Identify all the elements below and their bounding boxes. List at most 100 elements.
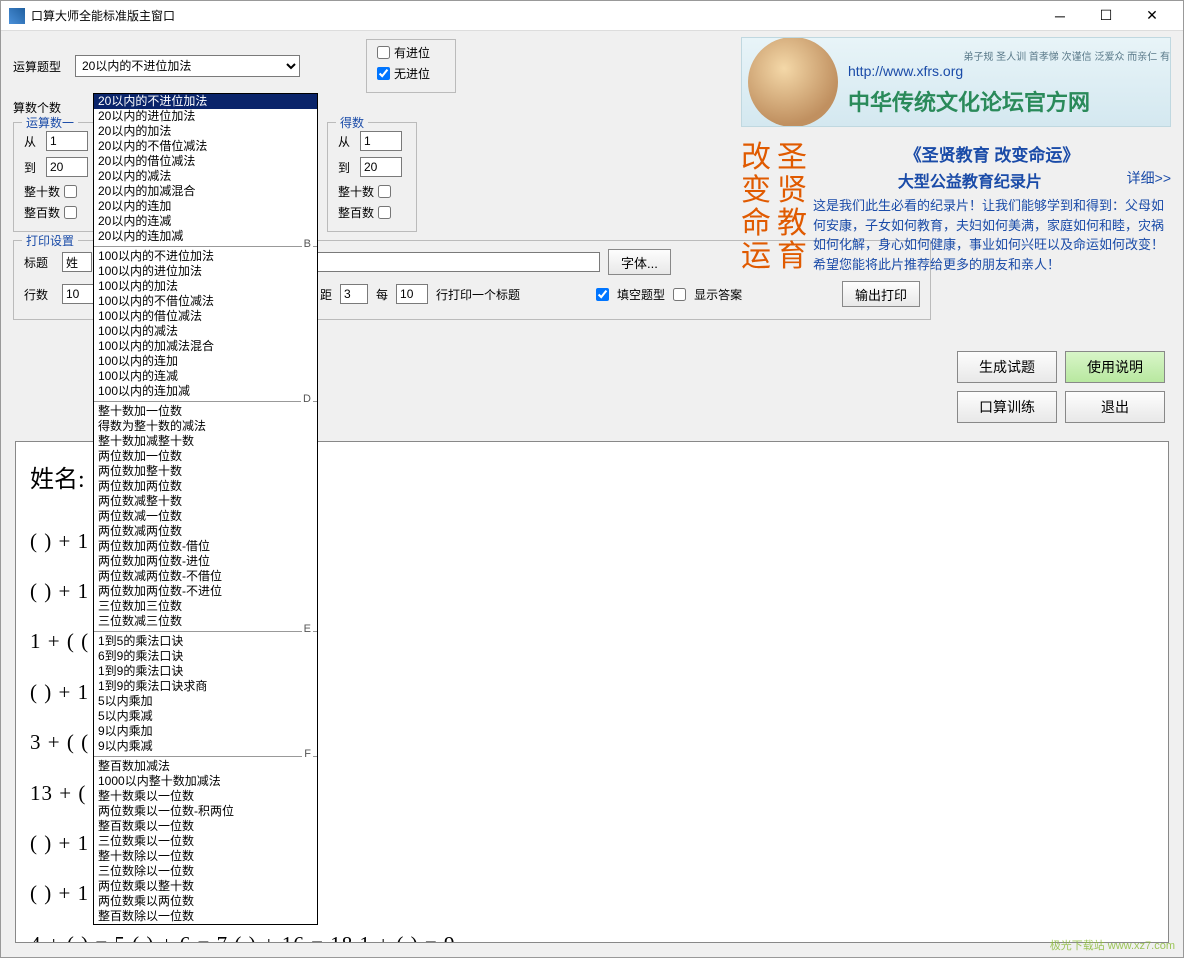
dropdown-item[interactable]: 20以内的减法 <box>94 169 317 184</box>
hundreds-r-label: 整百数 <box>338 204 374 221</box>
to1-input[interactable] <box>46 157 88 177</box>
dropdown-item[interactable]: 两位数减一位数 <box>94 509 317 524</box>
dropdown-item[interactable]: 9以内乘减 <box>94 739 317 754</box>
no-carry-label: 无进位 <box>394 65 430 82</box>
dropdown-item[interactable]: 100以内的连加减 <box>94 384 317 399</box>
dropdown-item[interactable]: 100以内的进位加法 <box>94 264 317 279</box>
dropdown-item[interactable]: 20以内的借位减法 <box>94 154 317 169</box>
no-carry-checkbox[interactable] <box>377 67 390 80</box>
dropdown-item[interactable]: 整百数乘以一位数 <box>94 819 317 834</box>
help-button[interactable]: 使用说明 <box>1065 351 1165 383</box>
dropdown-item[interactable]: 得数为整十数的减法 <box>94 419 317 434</box>
generate-button[interactable]: 生成试题 <box>957 351 1057 383</box>
dropdown-item[interactable]: 三位数加三位数 <box>94 599 317 614</box>
dropdown-item[interactable]: 100以内的加减法混合 <box>94 339 317 354</box>
dropdown-item[interactable]: 整百数除以一位数 <box>94 909 317 924</box>
fill-type-label: 填空题型 <box>617 286 665 303</box>
vert-text-1: 改变命运 <box>741 141 771 274</box>
spacing-label: 距 <box>320 286 332 303</box>
dropdown-item[interactable]: 两位数加两位数-进位 <box>94 554 317 569</box>
dropdown-item[interactable]: 整十数加一位数 <box>94 404 317 419</box>
dropdown-item[interactable]: 6到9的乘法口诀 <box>94 649 317 664</box>
to-r-input[interactable] <box>360 157 402 177</box>
rows-input[interactable] <box>62 284 94 304</box>
dropdown-separator <box>94 246 317 247</box>
dropdown-item[interactable]: 整十数乘以一位数 <box>94 789 317 804</box>
dropdown-item[interactable]: 100以内的减法 <box>94 324 317 339</box>
dropdown-item[interactable]: 两位数减整十数 <box>94 494 317 509</box>
hundreds1-checkbox[interactable] <box>64 206 77 219</box>
dropdown-item[interactable]: 100以内的连减 <box>94 369 317 384</box>
maximize-button[interactable]: ☐ <box>1083 2 1129 30</box>
dropdown-item[interactable]: 20以内的连加减 <box>94 229 317 244</box>
tens1-checkbox[interactable] <box>64 185 77 198</box>
type-label: 运算题型 <box>13 58 69 75</box>
dropdown-separator <box>94 401 317 402</box>
dropdown-item[interactable]: 20以内的不借位减法 <box>94 139 317 154</box>
dropdown-item[interactable]: 两位数加两位数-不进位 <box>94 584 317 599</box>
dropdown-item[interactable]: 100以内的不进位加法 <box>94 249 317 264</box>
dropdown-item[interactable]: 20以内的连减 <box>94 214 317 229</box>
dropdown-item[interactable]: 两位数加两位数 <box>94 479 317 494</box>
from-r-input[interactable] <box>360 131 402 151</box>
dropdown-item[interactable]: 100以内的借位减法 <box>94 309 317 324</box>
dropdown-item[interactable]: 两位数加两位数-借位 <box>94 539 317 554</box>
app-icon <box>9 8 25 24</box>
dropdown-item[interactable]: 20以内的连加 <box>94 199 317 214</box>
from-r-label: 从 <box>338 133 354 150</box>
hundreds-r-checkbox[interactable] <box>378 206 391 219</box>
dropdown-item[interactable]: 三位数减三位数 <box>94 614 317 629</box>
title-input[interactable] <box>62 252 92 272</box>
type-dropdown[interactable]: 20以内的不进位加法20以内的进位加法20以内的加法20以内的不借位减法20以内… <box>93 93 318 925</box>
dropdown-item[interactable]: 1到9的乘法口诀 <box>94 664 317 679</box>
window-title: 口算大师全能标准版主窗口 <box>31 7 1037 24</box>
dropdown-item[interactable]: 20以内的不进位加法 <box>94 94 317 109</box>
dropdown-item[interactable]: 100以内的加法 <box>94 279 317 294</box>
dropdown-item[interactable]: 20以内的进位加法 <box>94 109 317 124</box>
output-print-button[interactable]: 输出打印 <box>842 281 920 307</box>
dropdown-item[interactable]: 整百数加减法 <box>94 759 317 774</box>
promo-detail-link[interactable]: 详细>> <box>1127 168 1171 188</box>
dropdown-item[interactable]: 两位数减两位数-不借位 <box>94 569 317 584</box>
dropdown-item[interactable]: 1到9的乘法口诀求商 <box>94 679 317 694</box>
dropdown-item[interactable]: 两位数乘以两位数 <box>94 894 317 909</box>
per-suffix: 行打印一个标题 <box>436 286 520 303</box>
dropdown-item[interactable]: 两位数加整十数 <box>94 464 317 479</box>
dropdown-item[interactable]: 100以内的不借位减法 <box>94 294 317 309</box>
show-answer-checkbox[interactable] <box>673 288 686 301</box>
from1-input[interactable] <box>46 131 88 151</box>
dropdown-item[interactable]: 整十数除以一位数 <box>94 849 317 864</box>
watermark: 极光下载站 www.xz7.com <box>1050 937 1175 953</box>
promo-body: 这是我们此生必看的纪录片！让我们能够学到和得到：父母如何安康，子女如何教育，夫妇… <box>813 196 1171 274</box>
dropdown-item[interactable]: 两位数加一位数 <box>94 449 317 464</box>
banner-url[interactable]: http://www.xfrs.org <box>848 63 1170 79</box>
dropdown-item[interactable]: 100以内的连加 <box>94 354 317 369</box>
dropdown-item[interactable]: 整十数加减整十数 <box>94 434 317 449</box>
dropdown-item[interactable]: 三位数乘以一位数 <box>94 834 317 849</box>
close-button[interactable]: ✕ <box>1129 2 1175 30</box>
tens-r-checkbox[interactable] <box>378 185 391 198</box>
font-button[interactable]: 字体... <box>608 249 671 275</box>
type-select[interactable]: 20以内的不进位加法 <box>75 55 300 77</box>
dropdown-item[interactable]: 1到5的乘法口诀 <box>94 634 317 649</box>
fill-type-checkbox[interactable] <box>596 288 609 301</box>
spacing-input[interactable] <box>340 284 368 304</box>
dropdown-item[interactable]: 5以内乘加 <box>94 694 317 709</box>
titlebar: 口算大师全能标准版主窗口 ─ ☐ ✕ <box>1 1 1183 31</box>
dropdown-item[interactable]: 1000以内整十数加减法 <box>94 774 317 789</box>
dropdown-item[interactable]: 9以内乘加 <box>94 724 317 739</box>
dropdown-item[interactable]: 三位数除以一位数 <box>94 864 317 879</box>
dropdown-item[interactable]: 两位数减两位数 <box>94 524 317 539</box>
dropdown-item[interactable]: 20以内的加减混合 <box>94 184 317 199</box>
exit-button[interactable]: 退出 <box>1065 391 1165 423</box>
has-carry-checkbox[interactable] <box>377 46 390 59</box>
from1-label: 从 <box>24 133 40 150</box>
dropdown-item[interactable]: 两位数乘以一位数-积两位 <box>94 804 317 819</box>
minimize-button[interactable]: ─ <box>1037 2 1083 30</box>
per-label: 每 <box>376 286 388 303</box>
train-button[interactable]: 口算训练 <box>957 391 1057 423</box>
dropdown-item[interactable]: 5以内乘减 <box>94 709 317 724</box>
dropdown-item[interactable]: 20以内的加法 <box>94 124 317 139</box>
per-input[interactable] <box>396 284 428 304</box>
dropdown-item[interactable]: 两位数乘以整十数 <box>94 879 317 894</box>
